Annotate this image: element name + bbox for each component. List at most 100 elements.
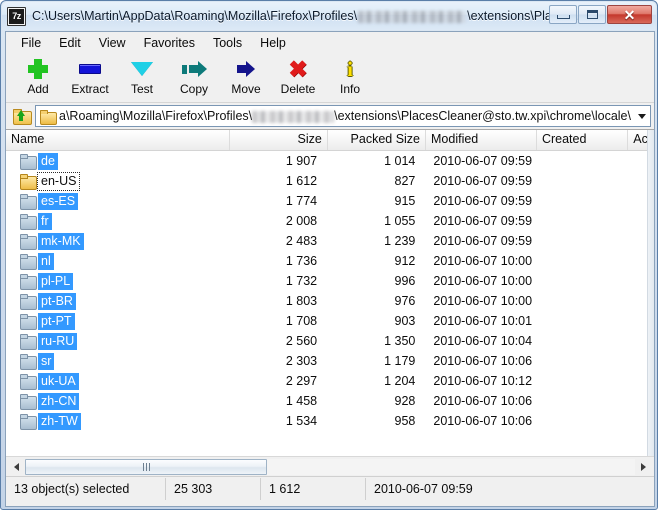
folder-up-button[interactable] [9, 105, 33, 127]
menu-item-view[interactable]: View [90, 34, 135, 52]
table-row[interactable]: uk-UA 2 297 1 204 2010-06-07 10:12 [6, 371, 654, 391]
column-header-created[interactable]: Created [537, 130, 629, 150]
cell-created [537, 211, 628, 231]
cell-packed-size: 976 [394, 294, 416, 308]
column-header-packed-size[interactable]: Packed Size [328, 130, 427, 150]
path-dropdown-button[interactable] [633, 106, 650, 126]
status-bar: 13 object(s) selected 25 303 1 612 2010-… [6, 476, 654, 500]
toolbar-button-extract[interactable]: Extract [64, 54, 116, 100]
cell-size: 1 708 [285, 314, 318, 328]
path-combobox[interactable]: a\Roaming\Mozilla\Firefox\Profiles\ \exte… [35, 105, 651, 127]
redacted-profile-name-path [252, 110, 335, 123]
status-total-packed: 1 612 [261, 477, 366, 500]
scrollbar-thumb[interactable] [25, 458, 267, 475]
cell-size: 2 303 [285, 354, 318, 368]
cell-modified: 2010-06-07 10:00 [433, 254, 533, 268]
table-row[interactable]: zh-TW 1 534 958 2010-06-07 10:06 [6, 411, 654, 431]
grip-icon [142, 462, 150, 471]
scrollbar-track[interactable] [25, 458, 635, 475]
cell-size: 1 612 [285, 174, 318, 188]
cell-name: pt-PT [6, 311, 230, 331]
menu-bar: File Edit View Favorites Tools Help [6, 32, 654, 54]
cell-name: zh-TW [6, 411, 230, 431]
app-logo-icon: 7z [7, 6, 26, 26]
window-controls: ✕ [549, 5, 652, 24]
column-header-name[interactable]: Name [6, 130, 230, 150]
vertical-scrollbar[interactable] [647, 130, 654, 456]
cell-modified: 2010-06-07 10:12 [433, 374, 533, 388]
menu-item-tools[interactable]: Tools [204, 34, 251, 52]
cell-name-label: zh-TW [38, 412, 81, 430]
close-icon: ✕ [623, 6, 636, 23]
menu-item-file[interactable]: File [12, 34, 50, 52]
table-row[interactable]: sr 2 303 1 179 2010-06-07 10:06 [6, 351, 654, 371]
toolbar-button-test[interactable]: Test [116, 54, 168, 100]
cell-packed-size: 1 055 [384, 214, 416, 228]
file-rows: de 1 907 1 014 2010-06-07 09:59 en-US 1 612 82… [6, 151, 654, 431]
table-row[interactable]: pt-BR 1 803 976 2010-06-07 10:00 [6, 291, 654, 311]
folder-icon [40, 109, 57, 125]
toolbar-button-add[interactable]: Add [12, 54, 64, 100]
cell-name: mk-MK [6, 231, 230, 251]
cell-name-label: mk-MK [38, 232, 84, 250]
cell-packed-size: 915 [394, 194, 416, 208]
cell-name-label: fr [38, 212, 52, 230]
menu-item-edit[interactable]: Edit [50, 34, 90, 52]
folder-icon [20, 214, 37, 230]
scroll-right-button[interactable] [635, 459, 652, 475]
client-area: File Edit View Favorites Tools Help Add … [5, 31, 655, 507]
table-row[interactable]: pl-PL 1 732 996 2010-06-07 10:00 [6, 271, 654, 291]
table-row[interactable]: de 1 907 1 014 2010-06-07 09:59 [6, 151, 654, 171]
cell-size: 2 297 [285, 374, 318, 388]
toolbar: Add Extract Test Copy Move ✖ Delete i In… [6, 54, 654, 103]
cell-name: nl [6, 251, 230, 271]
toolbar-button-info[interactable]: i Info [324, 54, 376, 100]
cell-modified: 2010-06-07 10:00 [433, 294, 533, 308]
cell-modified: 2010-06-07 10:06 [433, 414, 533, 428]
cell-created [537, 251, 628, 271]
close-button[interactable]: ✕ [607, 5, 652, 24]
table-row[interactable]: zh-CN 1 458 928 2010-06-07 10:06 [6, 391, 654, 411]
path-suffix: \extensions\PlacesCleaner@sto.tw.xpi\chr… [334, 109, 631, 123]
folder-icon [20, 314, 37, 330]
column-header-size[interactable]: Size [230, 130, 328, 150]
cell-created [537, 411, 628, 431]
folder-icon [20, 414, 37, 430]
toolbar-button-move[interactable]: Move [220, 54, 272, 100]
cell-name: de [6, 151, 230, 171]
info-icon: i [347, 57, 353, 81]
toolbar-label-test: Test [130, 82, 153, 96]
toolbar-button-delete[interactable]: ✖ Delete [272, 54, 324, 100]
table-row[interactable]: ru-RU 2 560 1 350 2010-06-07 10:04 [6, 331, 654, 351]
cell-modified: 2010-06-07 09:59 [433, 234, 533, 248]
delete-x-icon: ✖ [288, 56, 308, 82]
maximize-button[interactable] [578, 5, 606, 24]
cell-created [537, 151, 628, 171]
cell-modified: 2010-06-07 10:04 [433, 334, 533, 348]
toolbar-button-copy[interactable]: Copy [168, 54, 220, 100]
table-row[interactable]: fr 2 008 1 055 2010-06-07 09:59 [6, 211, 654, 231]
table-row[interactable]: mk-MK 2 483 1 239 2010-06-07 09:59 [6, 231, 654, 251]
scroll-left-button[interactable] [8, 459, 25, 475]
cell-name-label: ru-RU [38, 332, 78, 350]
menu-item-favorites[interactable]: Favorites [135, 34, 204, 52]
table-row[interactable]: nl 1 736 912 2010-06-07 10:00 [6, 251, 654, 271]
horizontal-scrollbar[interactable] [6, 456, 654, 476]
table-row[interactable]: es-ES 1 774 915 2010-06-07 09:59 [6, 191, 654, 211]
toolbar-label-add: Add [27, 82, 49, 96]
table-row[interactable]: en-US 1 612 827 2010-06-07 09:59 [6, 171, 654, 191]
chevron-down-icon [129, 57, 155, 81]
menu-item-help[interactable]: Help [251, 34, 295, 52]
table-row[interactable]: pt-PT 1 708 903 2010-06-07 10:01 [6, 311, 654, 331]
folder-icon [20, 294, 37, 310]
cell-created [537, 291, 628, 311]
folder-icon [20, 194, 37, 210]
cell-size: 1 534 [285, 414, 318, 428]
minimize-button[interactable] [549, 5, 577, 24]
cell-size: 1 732 [285, 274, 318, 288]
cell-name: en-US [6, 171, 230, 191]
cell-size: 1 907 [285, 154, 318, 168]
cell-name-label: de [38, 152, 58, 170]
column-header-modified[interactable]: Modified [426, 130, 537, 150]
copy-arrow-icon [181, 57, 207, 81]
